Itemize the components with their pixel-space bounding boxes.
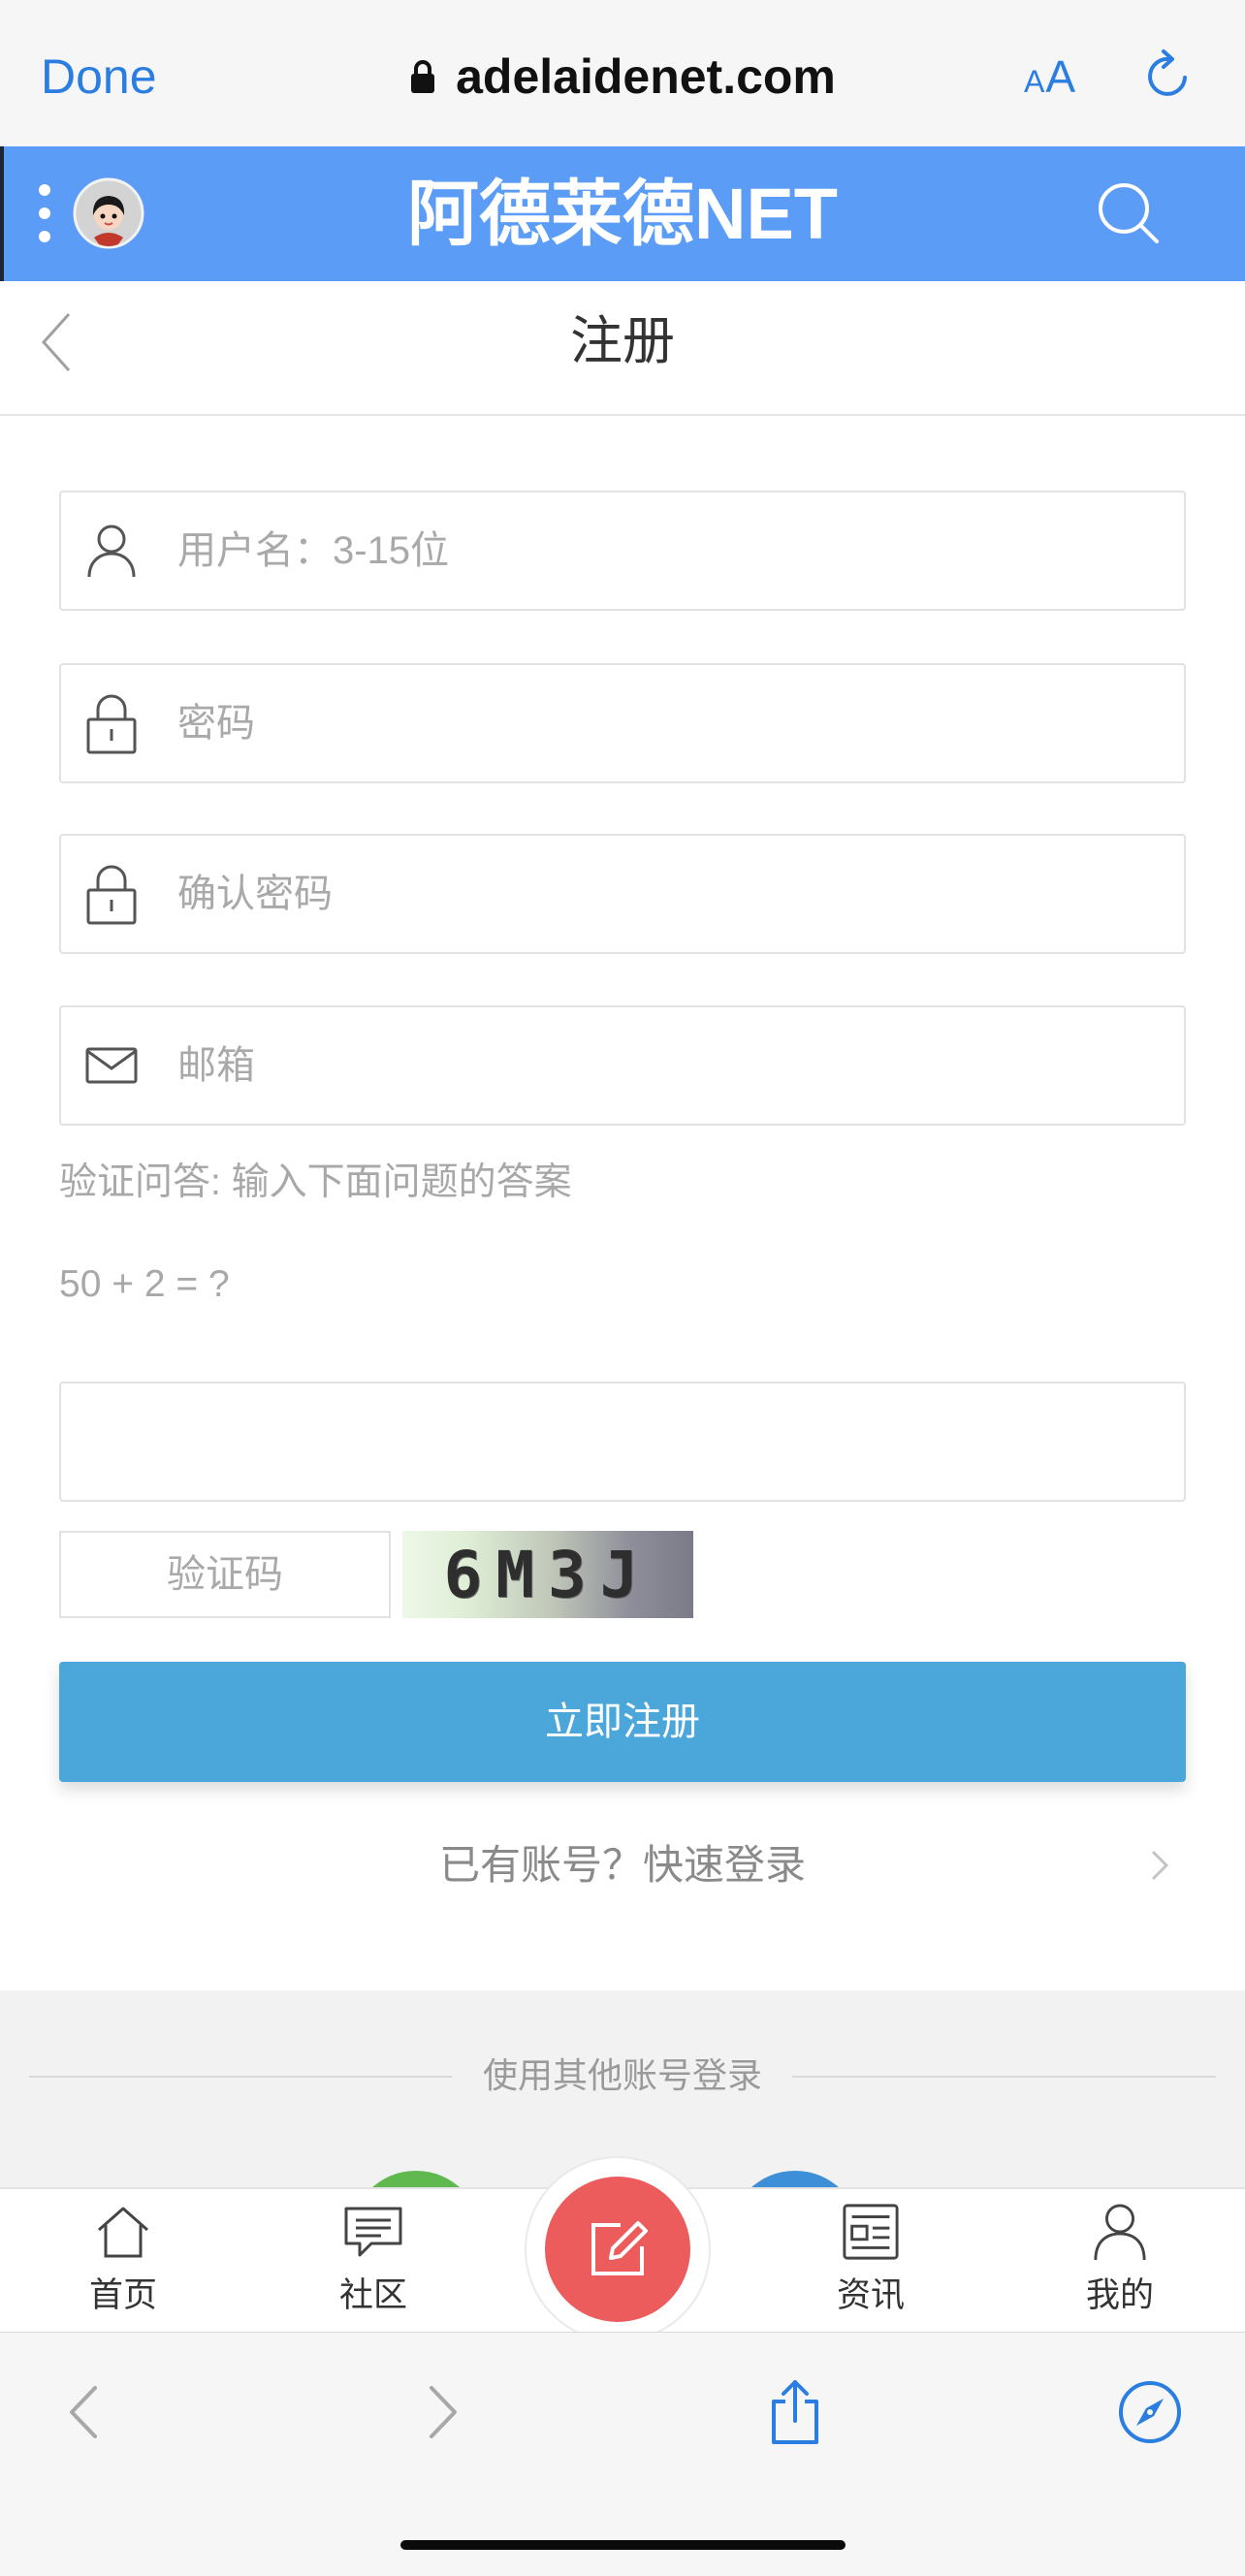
divider-line-left bbox=[29, 2076, 452, 2078]
compass-icon[interactable] bbox=[1111, 2373, 1189, 2451]
domain-label: adelaidenet.com bbox=[456, 49, 836, 104]
site-header: 阿德莱德NET bbox=[0, 146, 1245, 281]
chevron-right-icon[interactable] bbox=[404, 2373, 482, 2451]
tab-label: 我的 bbox=[1085, 2276, 1154, 2314]
qa-answer-field[interactable] bbox=[59, 1382, 1186, 1502]
page-header: 注册 bbox=[0, 281, 1245, 416]
captcha-field[interactable] bbox=[59, 1531, 391, 1618]
news-icon bbox=[774, 2201, 968, 2263]
divider-line-right bbox=[792, 2076, 1216, 2078]
password-field[interactable] bbox=[59, 663, 1186, 783]
chevron-left-icon[interactable] bbox=[45, 2373, 122, 2451]
reload-icon[interactable] bbox=[1140, 48, 1195, 103]
done-button[interactable]: Done bbox=[41, 48, 157, 105]
compose-button-ring bbox=[525, 2156, 711, 2342]
compose-button[interactable] bbox=[545, 2177, 690, 2322]
username-field[interactable] bbox=[59, 491, 1186, 611]
search-icon[interactable] bbox=[1095, 179, 1163, 247]
captcha-image[interactable]: 6M3J bbox=[402, 1531, 693, 1618]
avatar[interactable] bbox=[73, 177, 144, 249]
lock-icon bbox=[80, 665, 143, 781]
home-indicator[interactable] bbox=[400, 2540, 846, 2550]
username-input[interactable] bbox=[177, 493, 1165, 609]
browser-bottom-toolbar bbox=[0, 2332, 1245, 2576]
register-button[interactable]: 立即注册 bbox=[59, 1662, 1186, 1782]
tab-me[interactable]: 我的 bbox=[1023, 2189, 1217, 2332]
tab-label: 资讯 bbox=[836, 2276, 905, 2314]
lock-icon bbox=[80, 836, 143, 952]
social-login-divider-text: 使用其他账号登录 bbox=[482, 2055, 762, 2095]
text-size-button[interactable]: AA bbox=[1024, 47, 1076, 107]
captcha-input[interactable] bbox=[61, 1533, 389, 1616]
page-title: 注册 bbox=[570, 312, 675, 370]
mail-icon bbox=[80, 1007, 143, 1124]
chat-icon bbox=[276, 2201, 470, 2263]
email-field[interactable] bbox=[59, 1005, 1186, 1126]
more-vertical-icon[interactable] bbox=[35, 179, 54, 247]
password-input[interactable] bbox=[177, 665, 1165, 781]
confirm-password-input[interactable] bbox=[177, 836, 1165, 952]
qa-answer-input[interactable] bbox=[84, 1383, 1165, 1500]
edit-icon bbox=[584, 2215, 652, 2283]
quick-login-link[interactable]: 已有账号？快速登录 bbox=[235, 1838, 1010, 1892]
confirm-password-field[interactable] bbox=[59, 834, 1186, 954]
user-icon bbox=[1023, 2201, 1217, 2263]
qa-hint-text: 验证问答: 输入下面问题的答案 bbox=[59, 1161, 572, 1203]
user-icon bbox=[80, 493, 143, 609]
lock-icon bbox=[409, 59, 436, 94]
qa-question-text: 50 + 2 = ? bbox=[59, 1263, 230, 1305]
tab-community[interactable]: 社区 bbox=[276, 2189, 470, 2332]
tab-home[interactable]: 首页 bbox=[26, 2189, 220, 2332]
header-edge-strip bbox=[0, 146, 4, 281]
captcha-image-text: 6M3J bbox=[443, 1538, 653, 1612]
chevron-left-icon[interactable] bbox=[29, 312, 83, 372]
home-icon bbox=[26, 2201, 220, 2263]
address-bar[interactable]: adelaidenet.com bbox=[291, 47, 954, 107]
site-title[interactable]: 阿德莱德NET bbox=[283, 174, 962, 255]
email-input[interactable] bbox=[177, 1007, 1165, 1124]
tab-news[interactable]: 资讯 bbox=[774, 2189, 968, 2332]
tab-label: 首页 bbox=[88, 2276, 157, 2314]
chevron-right-icon[interactable] bbox=[1151, 1850, 1168, 1881]
browser-top-bar: Done adelaidenet.com AA bbox=[0, 0, 1245, 146]
share-icon[interactable] bbox=[756, 2373, 834, 2451]
tab-label: 社区 bbox=[338, 2276, 407, 2314]
